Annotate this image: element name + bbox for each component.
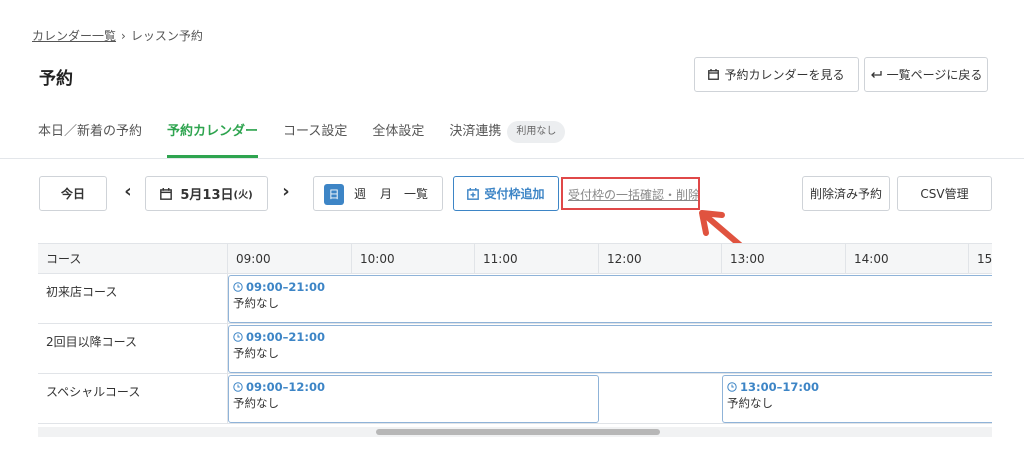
clock-icon xyxy=(727,382,737,392)
view-week-button[interactable]: 週 xyxy=(354,185,366,202)
time-slot[interactable]: 09:00–12:00 予約なし xyxy=(228,375,599,423)
slot-status: 予約なし xyxy=(233,296,279,310)
next-day-button[interactable]: › xyxy=(274,183,298,203)
course-row: スペシャルコース 09:00–12:00 予約なし 13:00–17:00 予約… xyxy=(38,374,992,424)
main-tabs: 本日／新着の予約 予約カレンダー コース設定 全体設定 決済連携 利用なし xyxy=(38,118,590,158)
calendar-icon xyxy=(160,187,173,200)
calendar-icon xyxy=(708,69,720,80)
tab-payment-integration[interactable]: 決済連携 利用なし xyxy=(449,118,566,158)
course-column-header: コース xyxy=(38,244,228,274)
tab-payment-integration-label: 決済連携 xyxy=(449,124,502,139)
time-slot[interactable]: 09:00–21:00 予約なし xyxy=(228,325,992,373)
tab-today-new[interactable]: 本日／新着の予約 xyxy=(38,118,142,158)
breadcrumb-separator: › xyxy=(121,29,126,43)
breadcrumb: カレンダー一覧 › レッスン予約 xyxy=(32,27,203,44)
return-arrow-icon xyxy=(870,70,882,80)
tab-course-settings[interactable]: コース設定 xyxy=(283,118,347,158)
course-row: 2回目以降コース 09:00–21:00 予約なし xyxy=(38,324,992,374)
current-weekday: (火) xyxy=(233,190,253,201)
course-name: スペシャルコース xyxy=(38,374,228,424)
deleted-reservations-button[interactable]: 削除済み予約 xyxy=(802,176,890,211)
add-slot-label: 受付枠追加 xyxy=(484,187,545,201)
hour-header: 09:00 xyxy=(228,244,352,274)
tabs-divider xyxy=(0,158,1024,159)
tab-reservation-calendar[interactable]: 予約カレンダー xyxy=(167,118,259,158)
slot-status: 予約なし xyxy=(233,346,279,360)
grid-header: コース 09:00 10:00 11:00 12:00 13:00 14:00 … xyxy=(38,243,992,274)
deleted-reservations-label: 削除済み予約 xyxy=(809,187,882,201)
slot-status: 予約なし xyxy=(233,396,279,410)
course-name: 初来店コース xyxy=(38,274,228,324)
hour-header: 11:00 xyxy=(475,244,599,274)
view-reservation-calendar-label: 予約カレンダーを見る xyxy=(724,68,845,82)
view-reservation-calendar-button[interactable]: 予約カレンダーを見る xyxy=(694,57,859,92)
view-list-button[interactable]: 一覧 xyxy=(404,185,428,202)
date-picker[interactable]: 5月13日 (火) xyxy=(145,176,268,211)
today-label: 今日 xyxy=(60,187,85,201)
scrollbar-thumb[interactable] xyxy=(376,429,660,435)
view-month-button[interactable]: 月 xyxy=(380,185,392,202)
slot-time: 09:00–21:00 xyxy=(246,280,325,294)
time-slot[interactable]: 13:00–17:00 予約なし xyxy=(722,375,992,423)
course-name: 2回目以降コース xyxy=(38,324,228,374)
csv-management-label: CSV管理 xyxy=(920,187,969,201)
calendar-plus-icon xyxy=(467,187,480,200)
hour-header: 12:00 xyxy=(599,244,722,274)
schedule-grid: コース 09:00 10:00 11:00 12:00 13:00 14:00 … xyxy=(38,243,992,425)
status-badge: 利用なし xyxy=(507,121,566,143)
today-button[interactable]: 今日 xyxy=(39,176,107,211)
clock-icon xyxy=(233,282,243,292)
course-row: 初来店コース 09:00–21:00 予約なし xyxy=(38,274,992,324)
hour-header: 13:00 xyxy=(722,244,846,274)
breadcrumb-current: レッスン予約 xyxy=(130,29,203,43)
slot-status: 予約なし xyxy=(727,396,773,410)
prev-day-button[interactable]: ‹ xyxy=(116,183,140,203)
add-slot-button[interactable]: 受付枠追加 xyxy=(453,176,559,211)
hour-header: 15 xyxy=(977,252,993,266)
back-to-list-button[interactable]: 一覧ページに戻る xyxy=(864,57,988,92)
csv-management-button[interactable]: CSV管理 xyxy=(897,176,992,211)
hour-header: 10:00 xyxy=(352,244,475,274)
chevron-right-icon: › xyxy=(282,181,290,202)
view-mode-switcher: 日 週 月 一覧 xyxy=(313,176,443,211)
slot-time: 09:00–12:00 xyxy=(246,380,325,394)
slot-time: 13:00–17:00 xyxy=(740,380,819,394)
tab-general-settings[interactable]: 全体設定 xyxy=(372,118,424,158)
page-title: 予約 xyxy=(39,69,73,89)
chevron-left-icon: ‹ xyxy=(124,181,132,202)
current-date: 5月13日 xyxy=(180,188,234,203)
back-to-list-label: 一覧ページに戻る xyxy=(886,68,983,82)
horizontal-scrollbar[interactable] xyxy=(38,427,992,437)
hour-header: 14:00 xyxy=(846,244,969,274)
breadcrumb-calendar-list-link[interactable]: カレンダー一覧 xyxy=(32,29,116,43)
tab-course-settings-label: コース設定 xyxy=(283,124,348,139)
tab-general-settings-label: 全体設定 xyxy=(372,124,425,139)
highlight-box xyxy=(561,177,700,210)
tab-reservation-calendar-label: 予約カレンダー xyxy=(167,124,259,139)
time-slot[interactable]: 09:00–21:00 予約なし xyxy=(228,275,992,323)
view-day-button[interactable]: 日 xyxy=(324,184,344,205)
tab-today-new-label: 本日／新着の予約 xyxy=(38,124,143,139)
clock-icon xyxy=(233,382,243,392)
slot-time: 09:00–21:00 xyxy=(246,330,325,344)
clock-icon xyxy=(233,332,243,342)
